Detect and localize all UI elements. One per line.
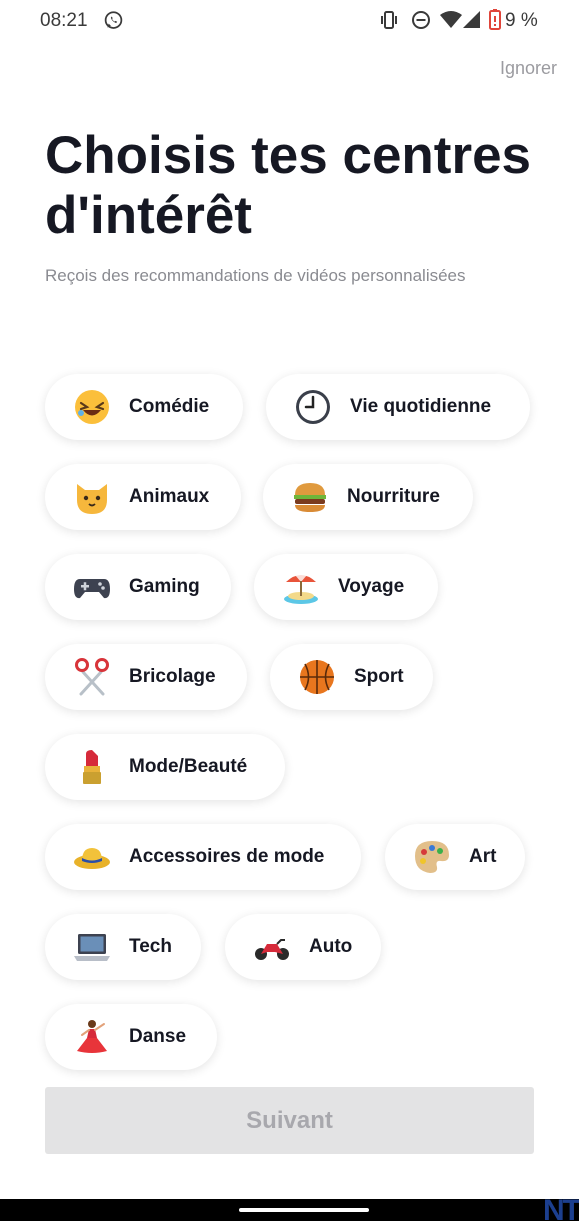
interest-chip-auto[interactable]: Auto [225, 914, 381, 980]
chip-label: Gaming [129, 576, 200, 597]
sun-hat-icon [73, 838, 111, 876]
status-bar: 08:21 9 % [0, 0, 579, 42]
interest-chip-sport[interactable]: Sport [270, 644, 433, 710]
navigation-bar [0, 1199, 579, 1221]
cat-face-icon [73, 478, 111, 516]
beach-umbrella-icon [282, 568, 320, 606]
game-controller-icon [73, 568, 111, 606]
chip-label: Danse [129, 1026, 187, 1047]
dancer-icon [73, 1018, 111, 1056]
interest-chip-vie-quotidienne[interactable]: Vie quotidienne [266, 374, 530, 440]
chip-label: Tech [129, 936, 172, 957]
interest-chip-gaming[interactable]: Gaming [45, 554, 231, 620]
chip-label: Bricolage [129, 666, 216, 687]
page-subtitle: Reçois des recommandations de vidéos per… [45, 266, 466, 285]
lipstick-icon [73, 748, 111, 786]
interest-chip-comedie[interactable]: Comédie [45, 374, 243, 440]
interest-chip-voyage[interactable]: Voyage [254, 554, 438, 620]
status-time: 08:21 [40, 10, 88, 31]
scissors-icon [73, 658, 111, 696]
chip-label: Art [469, 846, 497, 867]
chip-label: Animaux [129, 486, 210, 507]
chip-label: Accessoires de mode [129, 846, 325, 867]
motorcycle-icon [253, 928, 291, 966]
chip-label: Voyage [338, 576, 405, 597]
laptop-icon [73, 928, 111, 966]
skip-link[interactable]: Ignorer [500, 58, 557, 79]
wifi-icon [440, 11, 462, 28]
chip-label: Nourriture [347, 486, 440, 507]
battery-low-icon [489, 9, 501, 30]
chip-label: Sport [354, 666, 404, 687]
signal-icon [463, 11, 480, 28]
hamburger-icon [291, 478, 329, 516]
battery-percentage: 9 % [505, 10, 538, 31]
page-title: Choisis tes centres d'intérêt [45, 126, 532, 245]
home-gesture-handle[interactable] [239, 1208, 369, 1212]
watermark-logo: NT [543, 1194, 579, 1221]
vibrate-icon [381, 11, 397, 29]
do-not-disturb-icon [412, 11, 430, 29]
interest-chip-tech[interactable]: Tech [45, 914, 201, 980]
clock-icon [294, 388, 332, 426]
laughing-face-icon [73, 388, 111, 426]
interest-chip-accessoires-de-mode[interactable]: Accessoires de mode [45, 824, 361, 890]
chip-label: Vie quotidienne [350, 396, 492, 417]
interest-chip-nourriture[interactable]: Nourriture [263, 464, 473, 530]
chip-label: Comédie [129, 396, 210, 417]
palette-icon [413, 838, 451, 876]
basketball-icon [298, 658, 336, 696]
interest-chip-bricolage[interactable]: Bricolage [45, 644, 247, 710]
interest-chip-art[interactable]: Art [385, 824, 525, 890]
next-button[interactable]: Suivant [45, 1087, 534, 1154]
interest-chip-danse[interactable]: Danse [45, 1004, 217, 1070]
whatsapp-icon [104, 11, 123, 29]
chip-label: Auto [309, 936, 353, 957]
chip-label: Mode/Beauté [129, 756, 248, 777]
interest-chip-animaux[interactable]: Animaux [45, 464, 241, 530]
interest-chip-mode-beaute[interactable]: Mode/Beauté [45, 734, 285, 800]
